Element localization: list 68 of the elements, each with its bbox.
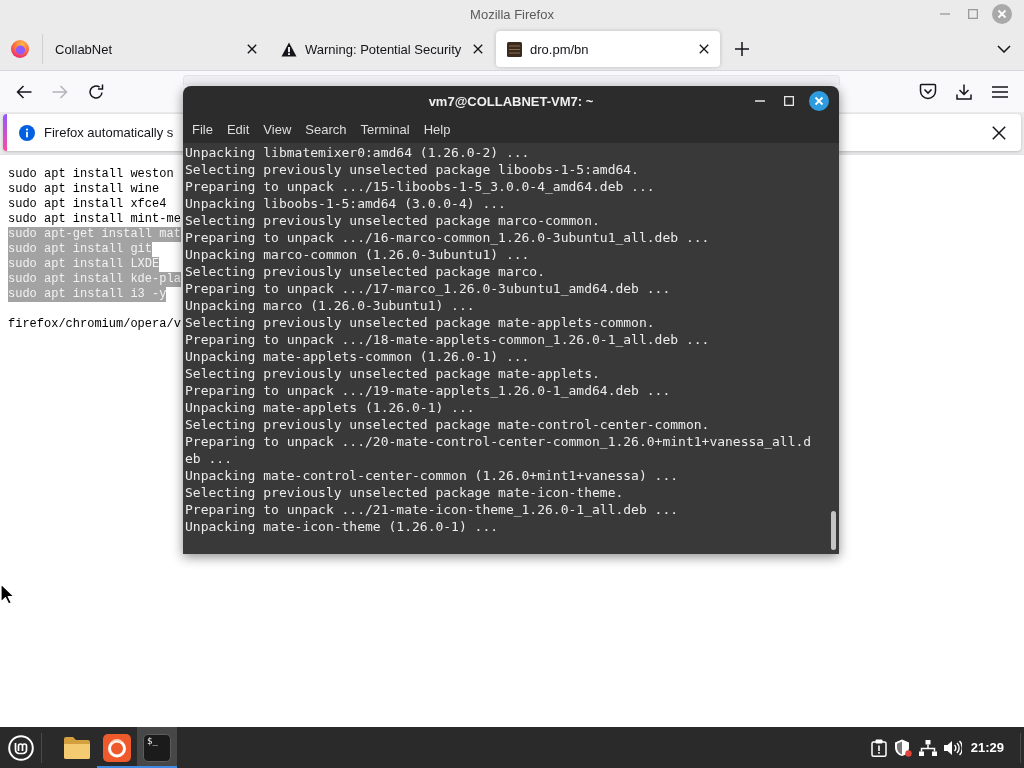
- download-icon[interactable]: [956, 83, 972, 100]
- terminal-line: Preparing to unpack .../17-marco_1.26.0-3ubuntu1_amd64.deb ...: [185, 280, 672, 297]
- terminal-line: Unpacking mate-applets (1.26.0-1) ...: [185, 399, 476, 416]
- terminal-line: Selecting previously unselected package marco-common.: [185, 212, 601, 229]
- window-title: Mozilla Firefox: [470, 6, 554, 22]
- reload-icon[interactable]: [88, 83, 104, 100]
- network-icon[interactable]: [918, 739, 937, 756]
- site-favicon-icon: [507, 41, 522, 57]
- code-line: firefox/chromium/opera/v: [8, 317, 181, 332]
- terminal-line: Unpacking mate-applets-common (1.26.0-1) ...: [185, 348, 531, 365]
- code-line: sudo apt install weston: [8, 167, 174, 182]
- terminal-line: Selecting previously unselected package marco.: [185, 263, 547, 280]
- menu-item[interactable]: Help: [417, 122, 457, 137]
- terminal-line: Unpacking mate-control-center-common (1.26.0+mint1+vanessa) ...: [185, 467, 680, 484]
- clock[interactable]: 21:29: [970, 740, 1004, 755]
- menu-icon[interactable]: [992, 85, 1008, 98]
- shield-icon[interactable]: [893, 738, 912, 757]
- terminal-icon: $_: [143, 733, 171, 762]
- browser-logo-icon[interactable]: [11, 40, 29, 58]
- terminal-line: eb ...: [185, 450, 233, 467]
- start-menu-icon[interactable]: [8, 734, 34, 761]
- terminal-line: Unpacking mate-icon-theme (1.26.0-1) ...: [185, 518, 500, 535]
- tab[interactable]: CollabNet: [44, 31, 268, 67]
- terminal-line: Selecting previously unselected package mate-applets.: [185, 365, 601, 382]
- terminal-line: Selecting previously unselected package liboobs-1-5:amd64.: [185, 161, 640, 178]
- tab-close-icon[interactable]: [699, 44, 709, 54]
- terminal-line: Preparing to unpack .../19-mate-applets_1.26.0-1_amd64.deb ...: [185, 382, 672, 399]
- terminal-line: Unpacking marco (1.26.0-3ubuntu1) ...: [185, 297, 476, 314]
- tab[interactable]: Warning: Potential Security: [270, 31, 494, 67]
- terminal-line: Selecting previously unselected package mate-control-center-common.: [185, 416, 711, 433]
- terminal-line: Selecting previously unselected package mate-applets-common.: [185, 314, 656, 331]
- window-title: vm7@COLLABNET-VM7: ~: [428, 93, 594, 109]
- terminal-line: Selecting previously unselected package mate-icon-theme.: [185, 484, 625, 501]
- code-line: sudo apt install xfce4: [8, 197, 167, 212]
- terminal-line: Preparing to unpack .../15-liboobs-1-5_3.0.0-4_amd64.deb ...: [185, 178, 656, 195]
- tab-close-icon[interactable]: [247, 44, 257, 54]
- terminal-line: Preparing to unpack .../16-marco-common_1.26.0-3ubuntu1_all.deb ...: [185, 229, 711, 246]
- volume-icon[interactable]: [943, 739, 962, 756]
- close-icon[interactable]: [809, 91, 829, 111]
- terminal-line: Unpacking liboobs-1-5:amd64 (3.0.0-4) ...: [185, 195, 507, 212]
- chevron-down-icon[interactable]: [997, 45, 1011, 53]
- warning-icon: [281, 41, 297, 57]
- menu-item[interactable]: Terminal: [354, 122, 416, 137]
- code-line: sudo apt install wine: [8, 182, 160, 197]
- notification-text: Firefox automatically s: [44, 125, 174, 140]
- taskbar-button[interactable]: $_: [137, 727, 177, 768]
- url-field[interactable]: [183, 75, 840, 85]
- terminal-line: Preparing to unpack .../21-mate-icon-theme_1.26.0-1_all.deb ...: [185, 501, 680, 518]
- new-tab-icon[interactable]: [735, 42, 749, 56]
- tab[interactable]: dro.pm/bn: [496, 31, 720, 67]
- menu-item[interactable]: Edit: [220, 122, 256, 137]
- info-icon: [19, 124, 35, 141]
- terminal-line: Unpacking libmatemixer0:amd64 (1.26.0-2) ...: [185, 144, 531, 161]
- pouch-icon[interactable]: [919, 83, 937, 100]
- back-icon[interactable]: [16, 84, 32, 99]
- menu-item[interactable]: Search: [299, 122, 353, 137]
- scrollbar-thumb[interactable]: [830, 511, 836, 550]
- terminal-line: Unpacking marco-common (1.26.0-3ubuntu1) ...: [185, 246, 531, 263]
- menu-item[interactable]: View: [257, 122, 298, 137]
- clipboard-alert-icon[interactable]: [870, 738, 887, 757]
- folder-icon: [63, 736, 91, 759]
- code-line: sudo apt install mint-me: [8, 212, 181, 227]
- tab-close-icon[interactable]: [473, 44, 483, 54]
- menu-item[interactable]: File: [186, 122, 219, 137]
- close-icon[interactable]: [992, 125, 1006, 140]
- terminal-line: Preparing to unpack .../18-mate-applets-common_1.26.0-1_all.deb ...: [185, 331, 711, 348]
- terminal-line: Preparing to unpack .../20-mate-control-center-common_1.26.0+mint1+vanessa_all.d: [185, 433, 813, 450]
- browser-app-icon: [103, 733, 131, 762]
